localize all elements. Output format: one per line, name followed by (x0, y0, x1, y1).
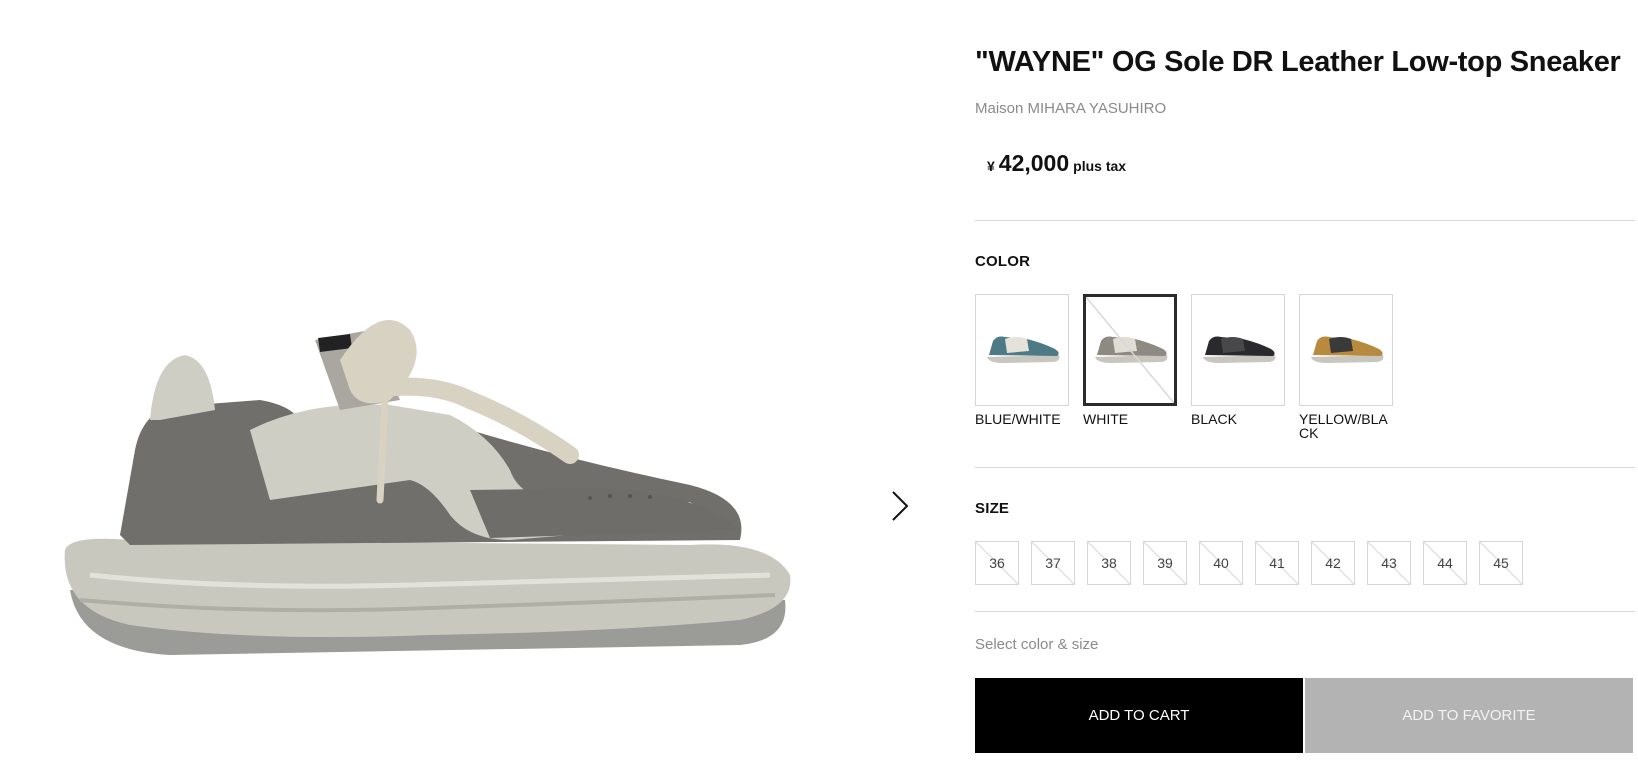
product-image (64, 320, 791, 655)
product-title: "WAYNE" OG Sole DR Leather Low-top Sneak… (975, 46, 1621, 78)
size-option-list: 36 37 38 39 40 41 42 43 44 45 (975, 541, 1523, 585)
sneaker-thumbnail-icon (987, 336, 1060, 363)
size-section-label: SIZE (975, 500, 1010, 517)
price-amount: 42,000 (998, 150, 1070, 176)
size-label: 43 (1381, 555, 1397, 571)
divider (975, 467, 1635, 468)
product-gallery (0, 0, 930, 763)
size-label: 36 (989, 555, 1005, 571)
color-swatch-blue-white[interactable]: BLUE/WHITE (975, 294, 1069, 440)
unavailable-slash-icon (1086, 297, 1174, 403)
size-label: 42 (1325, 555, 1341, 571)
swatch-thumbnail (1191, 294, 1285, 406)
swatch-label: BLUE/WHITE (975, 411, 1061, 427)
product-details: "WAYNE" OG Sole DR Leather Low-top Sneak… (975, 0, 1635, 763)
swatch-label: YELLOW/BLACK (1299, 411, 1388, 441)
swatch-label: BLACK (1191, 411, 1237, 427)
size-option[interactable]: 44 (1423, 541, 1467, 585)
color-swatch-yellow-black[interactable]: YELLOW/BLACK (1299, 294, 1393, 440)
size-label: 41 (1269, 555, 1285, 571)
size-option[interactable]: 39 (1143, 541, 1187, 585)
size-label: 45 (1493, 555, 1509, 571)
swatch-label: WHITE (1083, 411, 1129, 427)
size-label: 44 (1437, 555, 1453, 571)
size-label: 38 (1101, 555, 1117, 571)
swatch-thumbnail (975, 294, 1069, 406)
size-option[interactable]: 41 (1255, 541, 1299, 585)
size-label: 39 (1157, 555, 1173, 571)
product-price: ¥ 42,000 plus tax (987, 150, 1126, 177)
size-label: 37 (1045, 555, 1061, 571)
price-currency: ¥ (987, 158, 995, 174)
size-option[interactable]: 37 (1031, 541, 1075, 585)
size-option[interactable]: 42 (1311, 541, 1355, 585)
size-option[interactable]: 38 (1087, 541, 1131, 585)
swatch-thumbnail (1083, 294, 1177, 406)
size-option[interactable]: 36 (975, 541, 1019, 585)
sneaker-thumbnail-icon (1203, 336, 1276, 363)
color-swatch-black[interactable]: BLACK (1191, 294, 1285, 440)
color-section-label: COLOR (975, 253, 1031, 270)
sneaker-thumbnail-icon (1311, 336, 1384, 363)
color-swatch-white[interactable]: WHITE (1083, 294, 1177, 440)
divider (975, 220, 1635, 221)
price-tax-note: plus tax (1073, 158, 1127, 174)
size-option[interactable]: 45 (1479, 541, 1523, 585)
divider (975, 611, 1635, 612)
add-to-cart-button[interactable]: ADD TO CART (975, 678, 1303, 753)
size-option[interactable]: 40 (1199, 541, 1243, 585)
swatch-thumbnail (1299, 294, 1393, 406)
selection-hint: Select color & size (975, 636, 1099, 653)
size-option[interactable]: 43 (1367, 541, 1411, 585)
color-swatch-list: BLUE/WHITE WHITE BLACK YELLOW/BLACK (975, 294, 1393, 440)
chevron-right-icon[interactable] (885, 486, 915, 526)
size-label: 40 (1213, 555, 1229, 571)
add-to-favorite-button[interactable]: ADD TO FAVORITE (1305, 678, 1633, 753)
brand-name: Maison MIHARA YASUHIRO (975, 100, 1167, 117)
